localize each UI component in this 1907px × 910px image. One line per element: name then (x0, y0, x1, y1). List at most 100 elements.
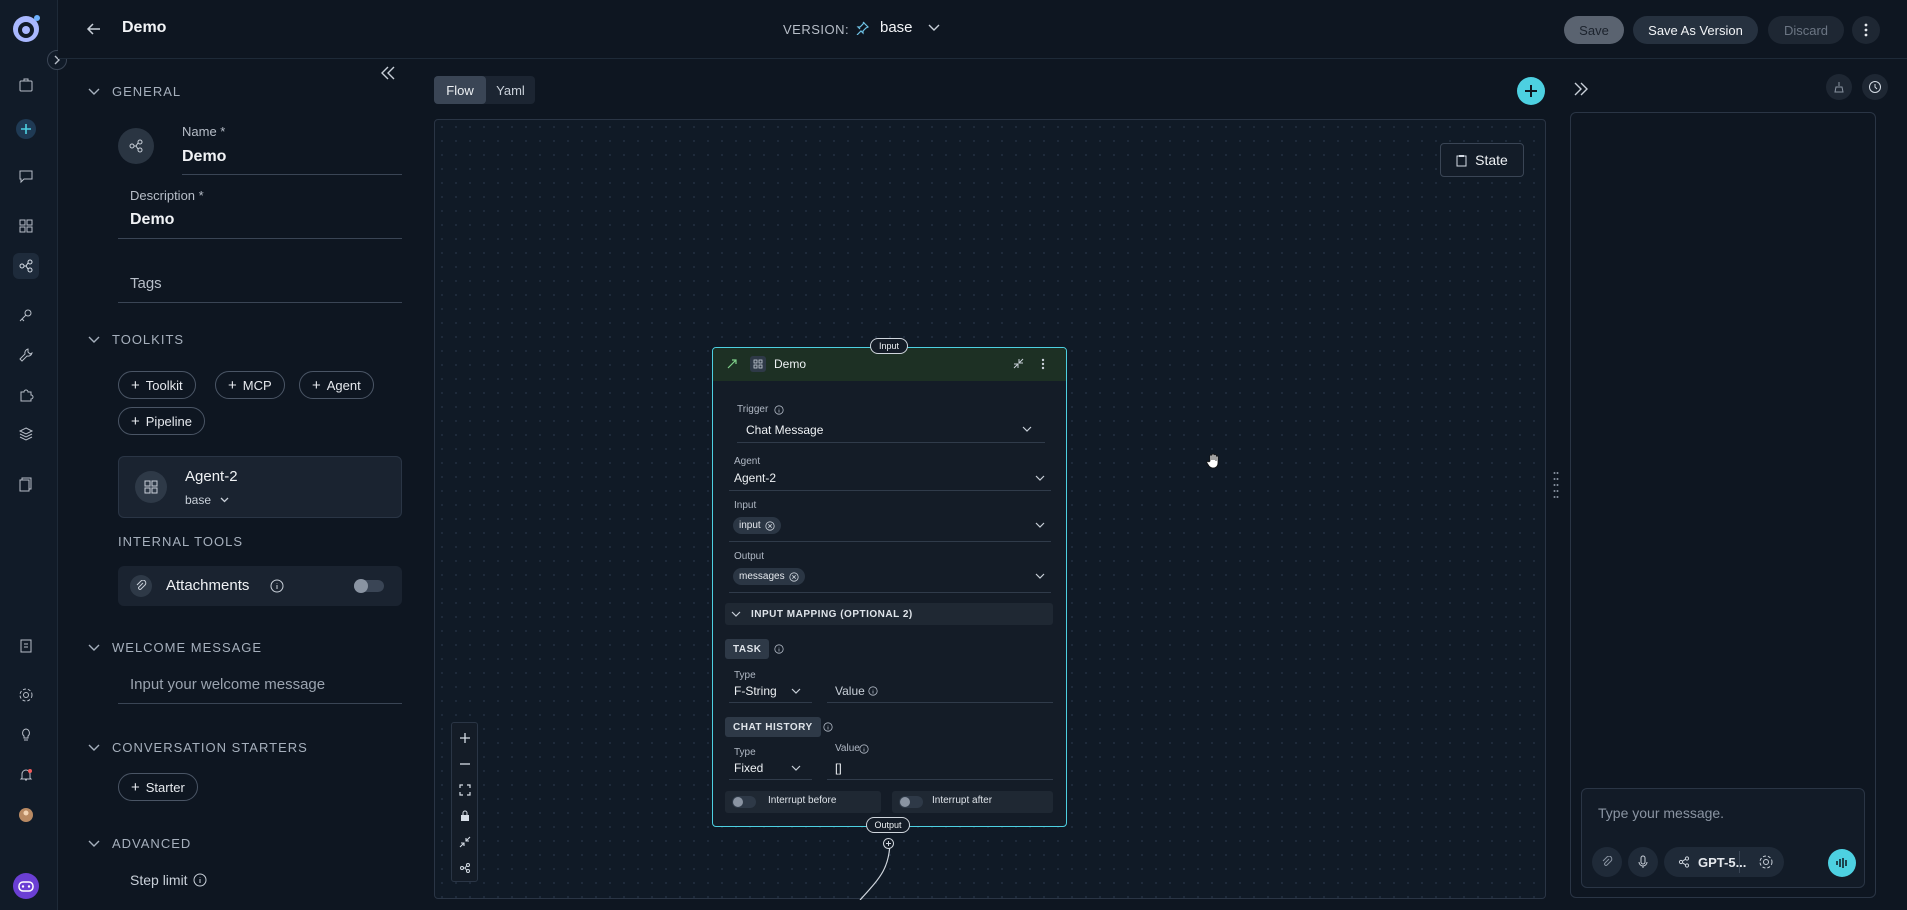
tags-input[interactable]: Tags (130, 275, 162, 292)
apps-grid-icon[interactable] (13, 213, 39, 239)
pipelines-icon[interactable] (13, 253, 39, 279)
key-icon[interactable] (13, 302, 39, 328)
lock-icon[interactable] (452, 803, 477, 829)
view-tabs: Flow Yaml (434, 76, 535, 104)
chevron-down-icon[interactable] (791, 765, 801, 771)
starters-section-header[interactable]: CONVERSATION STARTERS (88, 740, 308, 755)
zoom-in-icon[interactable] (452, 725, 477, 751)
tab-flow[interactable]: Flow (434, 76, 486, 104)
create-plus-icon[interactable] (13, 116, 39, 142)
info-icon[interactable] (193, 873, 207, 887)
name-input[interactable]: Demo (182, 148, 226, 166)
add-toolkit-button[interactable]: + Toolkit (118, 371, 196, 399)
add-starter-button[interactable]: + Starter (118, 773, 198, 801)
add-mcp-button[interactable]: + MCP (215, 371, 285, 399)
config-panel: GENERAL Name * Demo Description * Demo T… (58, 60, 418, 910)
chevron-down-icon[interactable] (1035, 573, 1045, 579)
back-arrow-icon[interactable] (86, 21, 102, 37)
remove-icon[interactable] (788, 571, 799, 582)
chevron-down-icon[interactable] (791, 688, 801, 694)
assistant-bot-icon[interactable] (11, 871, 41, 901)
wrench-icon[interactable] (13, 342, 39, 368)
clean-brush-icon[interactable] (1826, 74, 1852, 100)
output-connector-icon[interactable] (883, 838, 894, 849)
save-as-version-button[interactable]: Save As Version (1633, 16, 1758, 44)
agent-card[interactable]: Agent-2 base (118, 456, 402, 518)
task-type-label: Type (734, 670, 756, 681)
advanced-section-header[interactable]: ADVANCED (88, 836, 191, 851)
interrupt-before-toggle[interactable] (732, 796, 756, 808)
agent-node[interactable]: Demo Trigger Chat Message Agent Agent-2 … (712, 347, 1067, 827)
model-settings-icon[interactable] (1758, 854, 1774, 870)
collapse-panel-icon[interactable] (380, 66, 396, 80)
lightbulb-icon[interactable] (13, 722, 39, 748)
settings-gear-icon[interactable] (13, 682, 39, 708)
attachments-toggle[interactable] (354, 579, 384, 593)
documents-icon[interactable] (13, 471, 39, 497)
history-value-input[interactable]: [] (835, 761, 842, 775)
discard-button[interactable]: Discard (1768, 16, 1844, 44)
briefcase-icon[interactable] (13, 72, 39, 98)
welcome-message-input[interactable]: Input your welcome message (130, 676, 325, 693)
expand-right-panel-icon[interactable] (1573, 82, 1589, 96)
voice-send-button[interactable] (1828, 849, 1856, 877)
chat-icon[interactable] (13, 163, 39, 189)
microphone-icon[interactable] (1628, 847, 1658, 877)
info-icon[interactable] (868, 686, 878, 696)
info-icon[interactable] (270, 579, 284, 593)
node-input-handle[interactable]: Input (870, 338, 908, 354)
node-more-menu-icon[interactable] (1041, 358, 1045, 370)
chevron-down-icon[interactable] (220, 497, 229, 503)
add-agent-button[interactable]: + Agent (299, 371, 374, 399)
node-collapse-icon[interactable] (1013, 358, 1024, 369)
user-avatar[interactable] (13, 802, 39, 828)
notifications-bell-icon[interactable] (13, 762, 39, 788)
agent-select[interactable]: Agent-2 (734, 471, 776, 485)
info-icon[interactable] (823, 722, 833, 732)
info-icon[interactable] (859, 744, 869, 754)
info-icon[interactable] (774, 644, 784, 654)
chevron-down-icon (88, 644, 100, 651)
notebook-icon[interactable] (13, 633, 39, 659)
trigger-select[interactable]: Chat Message (746, 423, 823, 437)
puzzle-icon[interactable] (13, 382, 39, 408)
chevron-down-icon[interactable] (1035, 475, 1045, 481)
save-button[interactable]: Save (1564, 16, 1624, 44)
more-menu-icon[interactable] (1852, 16, 1880, 44)
collapse-arrows-icon[interactable] (452, 829, 477, 855)
general-section-header[interactable]: GENERAL (88, 84, 181, 99)
node-output-handle[interactable]: Output (866, 817, 910, 833)
version-select[interactable]: base (880, 19, 913, 36)
chevron-down-icon[interactable] (1035, 522, 1045, 528)
add-node-button[interactable] (1517, 77, 1545, 105)
task-value-input[interactable]: Value (835, 684, 865, 698)
layout-graph-icon[interactable] (452, 855, 477, 881)
agent-underline (729, 490, 1051, 491)
info-icon[interactable] (774, 405, 784, 415)
fit-view-icon[interactable] (452, 777, 477, 803)
version-chevron-down-icon[interactable] (928, 24, 940, 32)
history-icon[interactable] (1862, 74, 1888, 100)
welcome-section-header[interactable]: WELCOME MESSAGE (88, 640, 262, 655)
app-logo-icon[interactable] (11, 14, 41, 44)
agent-card-version[interactable]: base (185, 493, 211, 507)
history-type-select[interactable]: Fixed (734, 761, 763, 775)
tab-yaml[interactable]: Yaml (486, 76, 535, 104)
add-pipeline-button[interactable]: + Pipeline (118, 407, 206, 435)
state-button[interactable]: State (1440, 143, 1524, 177)
description-input[interactable]: Demo (130, 211, 174, 229)
output-chip[interactable]: messages (733, 568, 805, 585)
input-label: Input (734, 500, 757, 511)
input-chip[interactable]: input (733, 517, 781, 534)
attach-paperclip-icon[interactable] (1592, 847, 1622, 877)
interrupt-after-toggle[interactable] (899, 796, 923, 808)
layers-icon[interactable] (13, 421, 39, 447)
toolkits-section-header[interactable]: TOOLKITS (88, 332, 184, 347)
chevron-down-icon[interactable] (1022, 426, 1032, 432)
remove-icon[interactable] (765, 520, 775, 531)
task-type-select[interactable]: F-String (734, 684, 777, 698)
chat-message-input[interactable]: Type your message. (1598, 805, 1724, 821)
resize-handle[interactable] (1553, 470, 1559, 500)
zoom-out-icon[interactable] (452, 751, 477, 777)
input-mapping-header[interactable]: INPUT MAPPING (OPTIONAL 2) (725, 603, 1053, 625)
